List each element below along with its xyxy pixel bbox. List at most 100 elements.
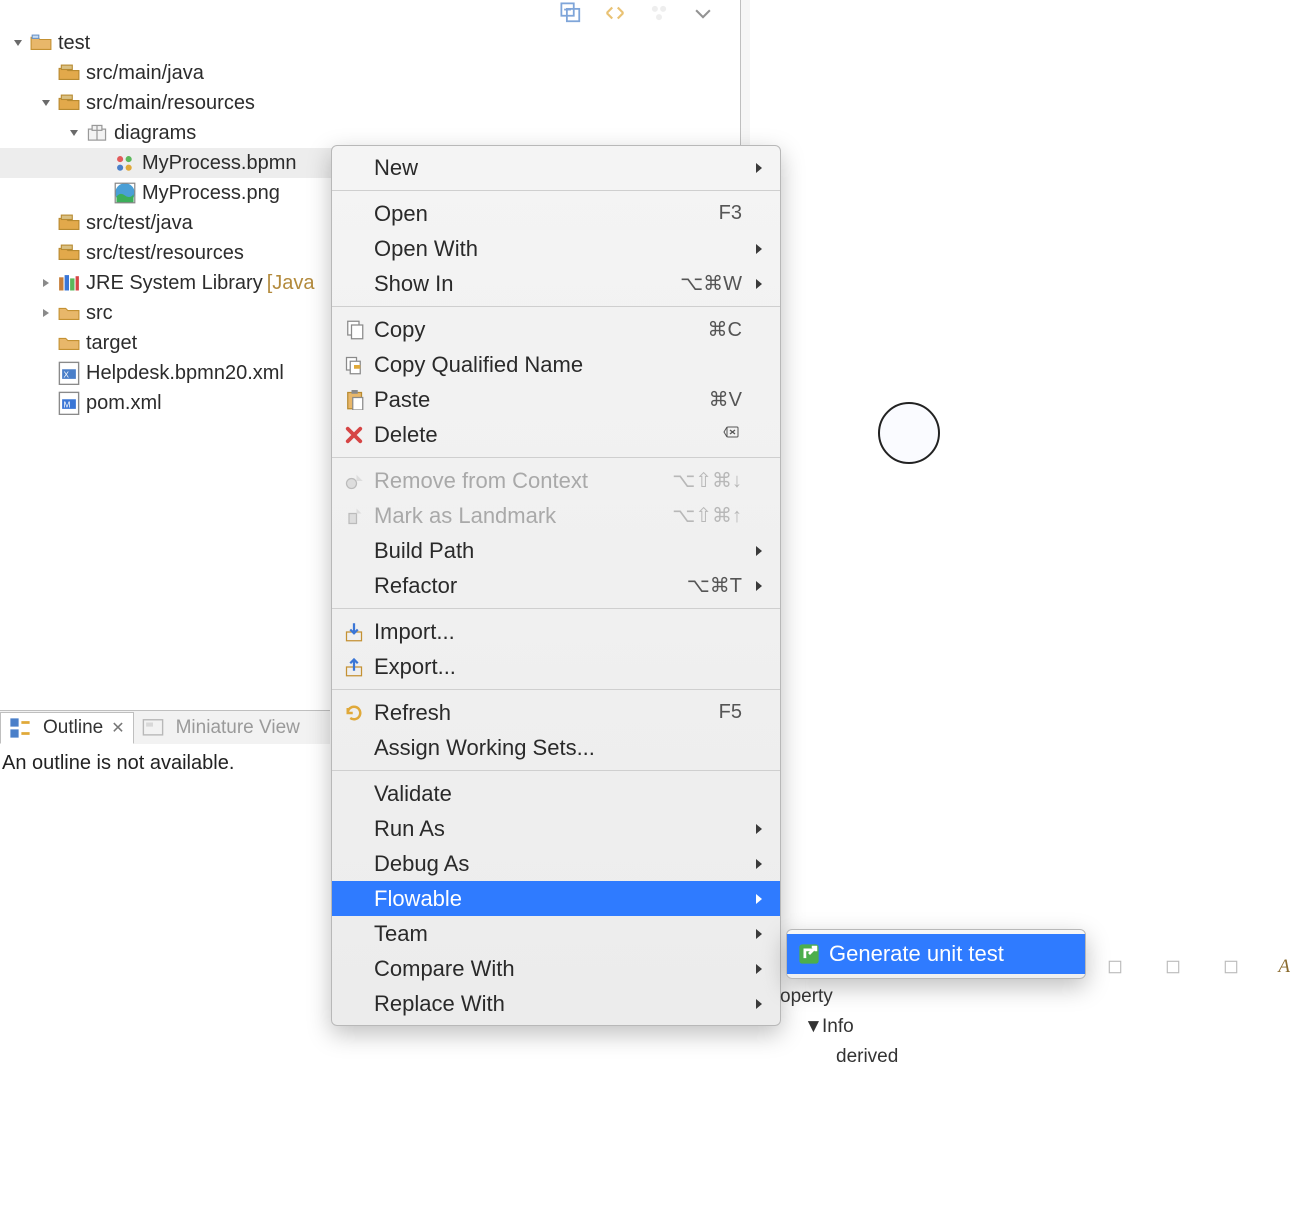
twisty-open-icon[interactable]: ▼ [804,1016,818,1038]
menu-label: Refactor [374,573,675,599]
tree-item-diagrams[interactable]: diagrams [0,118,740,148]
copy-qual-icon [342,353,366,377]
blank-icon [342,237,366,261]
landmark-icon [342,504,366,528]
props-row-derived[interactable]: derived [780,1042,1300,1072]
menu-label: Open [374,201,707,227]
tab-outline[interactable]: Outline ✕ [0,712,134,744]
menu-import[interactable]: Import... [332,614,780,649]
blank-icon [342,957,366,981]
tree-project-root[interactable]: test [0,28,740,58]
menu-mark-landmark: Mark as Landmark⌥⇧⌘↑ [332,498,780,533]
menu-assign-ws[interactable]: Assign Working Sets... [332,730,780,765]
menu-refactor[interactable]: Refactor⌥⌘T [332,568,780,603]
twisty-none [38,365,54,381]
link-editor-icon[interactable] [604,2,626,24]
collapse-all-icon[interactable] [560,2,582,24]
blank-icon [342,272,366,296]
twisty-none [38,65,54,81]
submenu-arrow-icon [752,243,766,255]
props-icon-3[interactable] [1220,956,1242,978]
menu-refresh[interactable]: RefreshF5 [332,695,780,730]
tree-item-src-main-resources[interactable]: src/main/resources [0,88,740,118]
submenu-arrow-icon [752,963,766,975]
tree-label: pom.xml [86,392,162,415]
menu-flowable[interactable]: Flowable [332,881,780,916]
props-row-info[interactable]: ▼ Info [780,1012,1300,1042]
menu-separator [332,608,780,609]
twisty-open-icon[interactable] [10,35,26,51]
menu-copy-qualified[interactable]: Copy Qualified Name [332,347,780,382]
menu-dropdown-icon[interactable] [692,2,714,24]
menu-show-in[interactable]: Show In⌥⌘W [332,266,780,301]
props-label-a: A [1278,956,1290,978]
twisty-open-icon[interactable] [66,125,82,141]
menu-run-as[interactable]: Run As [332,811,780,846]
tree-label: src/test/java [86,212,193,235]
tree-decorator: [Java [267,272,315,295]
package-folder-icon [58,62,80,84]
menu-delete[interactable]: Delete [332,417,780,452]
menu-separator [332,306,780,307]
tree-label: Helpdesk.bpmn20.xml [86,362,284,385]
menu-separator [332,457,780,458]
close-icon[interactable]: ✕ [111,718,124,738]
filter-icon[interactable] [648,2,670,24]
tab-miniature-view[interactable]: Miniature View [134,713,308,743]
blank-icon [342,852,366,876]
menu-team[interactable]: Team [332,916,780,951]
menu-label: Paste [374,387,697,413]
maven-file-icon: M [58,392,80,414]
twisty-closed-icon[interactable] [38,275,54,291]
shortcut: ⌥⇧⌘↓ [672,468,742,493]
twisty-open-icon[interactable] [38,95,54,111]
menu-validate[interactable]: Validate [332,776,780,811]
menu-separator [332,689,780,690]
tree-label: target [86,332,137,355]
menu-open-with[interactable]: Open With [332,231,780,266]
tab-label: Miniature View [176,717,300,739]
menu-new[interactable]: New [332,150,780,185]
tree-label: MyProcess.bpmn [142,152,297,175]
menu-export[interactable]: Export... [332,649,780,684]
shortcut: ⌘V [709,387,742,412]
menu-replace-with[interactable]: Replace With [332,986,780,1021]
bpmn-start-event[interactable] [878,402,940,464]
props-icon-2[interactable] [1162,956,1184,978]
menu-paste[interactable]: Paste ⌘V [332,382,780,417]
paste-icon [342,388,366,412]
menu-open[interactable]: Open F3 [332,196,780,231]
submenu-arrow-icon [752,545,766,557]
twisty-none [38,215,54,231]
menu-compare-with[interactable]: Compare With [332,951,780,986]
svg-text:X: X [64,370,70,379]
copy-icon [342,318,366,342]
outline-tabbar: Outline ✕ Miniature View [0,710,330,744]
tree-label: JRE System Library [86,272,263,295]
xml-file-icon: X [58,362,80,384]
outline-icon [9,717,31,739]
menu-label: Build Path [374,538,742,564]
project-folder-icon [30,32,52,54]
export-icon [342,655,366,679]
twisty-closed-icon[interactable] [38,305,54,321]
submenu-arrow-icon [752,278,766,290]
props-header-property: operty [780,982,1300,1012]
blank-icon [342,992,366,1016]
submenu-arrow-icon [752,928,766,940]
props-icon-1[interactable] [1104,956,1126,978]
tree-item-src-main-java[interactable]: src/main/java [0,58,740,88]
tree-label: MyProcess.png [142,182,280,205]
menu-copy[interactable]: Copy⌘C [332,312,780,347]
menu-label: Team [374,921,742,947]
miniature-icon [142,717,164,739]
tree-label: src/main/java [86,62,204,85]
menu-label: Validate [374,781,742,807]
tab-label: Outline [43,717,103,739]
folder-icon [58,332,80,354]
outline-empty-message: An outline is not available. [2,752,234,775]
menu-debug-as[interactable]: Debug As [332,846,780,881]
menu-label: Assign Working Sets... [374,735,742,761]
menu-build-path[interactable]: Build Path [332,533,780,568]
shortcut: F3 [719,202,742,225]
